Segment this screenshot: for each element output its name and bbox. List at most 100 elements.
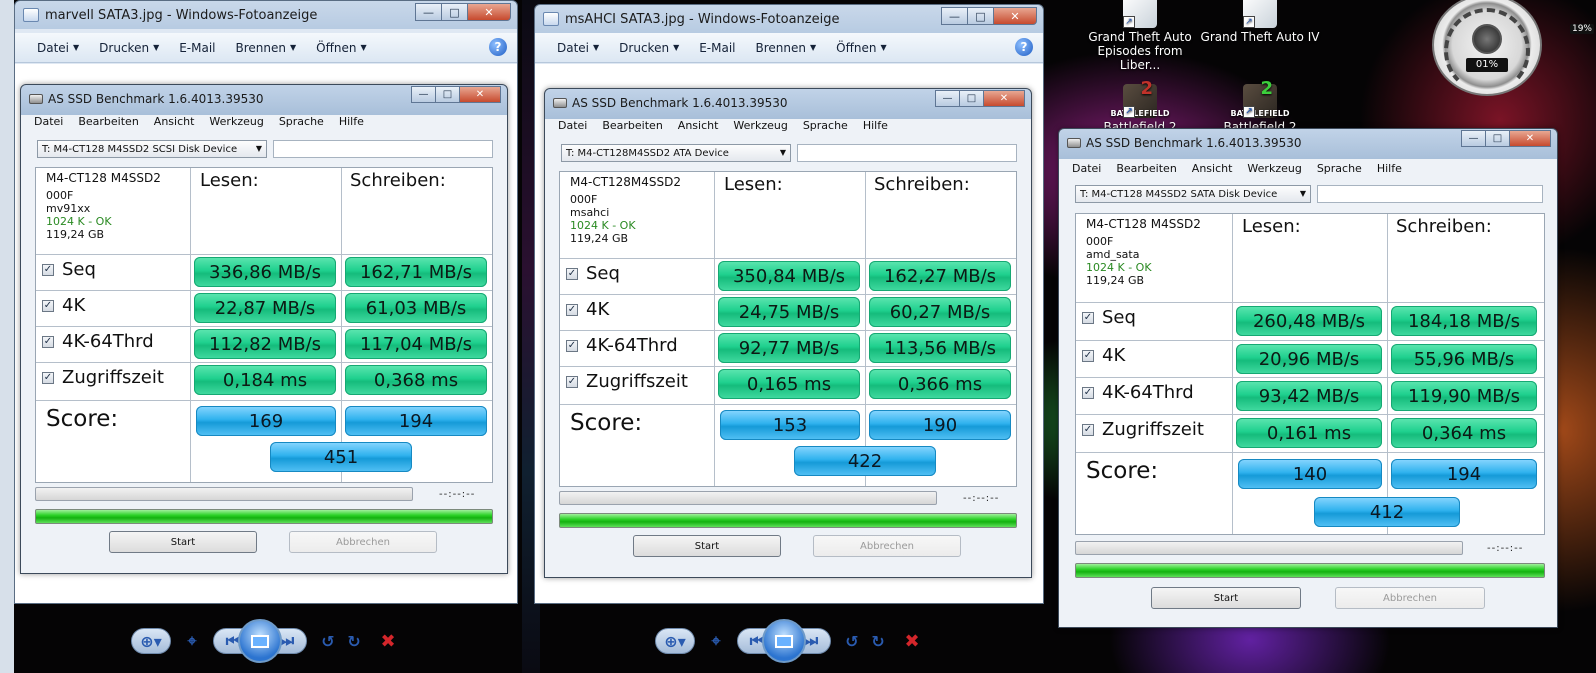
device-select[interactable]: T: M4-CT128 M4SSD2 SCSI Disk Device ▼: [37, 140, 267, 158]
rotate-right-icon[interactable]: ↻: [865, 630, 891, 652]
maximize-button[interactable]: □: [435, 86, 460, 103]
zugriffszeit-checkbox[interactable]: ✓: [566, 375, 578, 388]
menu-brennen[interactable]: Brennen ▼: [226, 41, 307, 55]
desktop-icon-gta-iv[interactable]: ↗ Grand Theft Auto IV: [1200, 0, 1320, 44]
delete-icon[interactable]: ✖: [375, 630, 401, 652]
4k-checkbox[interactable]: ✓: [42, 299, 54, 312]
4k-64thrd-checkbox[interactable]: ✓: [42, 335, 54, 348]
menu-hilfe[interactable]: Hilfe: [856, 119, 896, 132]
4k-read-value: 20,96 MB/s: [1236, 344, 1382, 374]
chevron-down-icon: ▼: [360, 43, 367, 52]
score-total: 422: [794, 446, 936, 476]
elapsed-time: --:--:--: [963, 493, 1000, 504]
abort-button[interactable]: Abbrechen: [1335, 587, 1485, 609]
seq-checkbox[interactable]: ✓: [566, 267, 578, 280]
target-input[interactable]: [1317, 185, 1543, 203]
menu-sprache[interactable]: Sprache: [796, 119, 856, 132]
drive-model: M4-CT128 M4SSD2: [1086, 217, 1201, 231]
menu-ansicht[interactable]: Ansicht: [671, 119, 727, 132]
start-button[interactable]: Start: [1151, 587, 1301, 609]
access-read-value: 0,161 ms: [1236, 418, 1382, 448]
actual-size-icon[interactable]: ⌖: [703, 630, 729, 652]
abort-button[interactable]: Abbrechen: [289, 531, 437, 553]
menu-oeffnen[interactable]: Öffnen ▼: [306, 41, 376, 55]
actual-size-icon[interactable]: ⌖: [179, 630, 205, 652]
menu-sprache[interactable]: Sprache: [272, 115, 332, 128]
menu-drucken[interactable]: Drucken ▼: [609, 41, 689, 55]
zugriffszeit-checkbox[interactable]: ✓: [1082, 423, 1094, 436]
menu-oeffnen[interactable]: Öffnen ▼: [826, 41, 896, 55]
maximize-button[interactable]: □: [441, 3, 468, 21]
menu-hilfe[interactable]: Hilfe: [1370, 162, 1410, 175]
help-icon[interactable]: ?: [1015, 38, 1033, 56]
cpu-meter-gadget[interactable]: 01%: [1432, 0, 1542, 96]
window-title-text: AS SSD Benchmark 1.6.4013.39530: [572, 96, 788, 110]
menu-bearbeiten[interactable]: Bearbeiten: [595, 119, 670, 132]
slideshow-button[interactable]: [762, 619, 806, 663]
rotate-right-icon[interactable]: ↻: [341, 630, 367, 652]
close-button[interactable]: ✕: [459, 86, 501, 103]
close-button[interactable]: ✕: [993, 7, 1037, 25]
minimize-button[interactable]: —: [1461, 130, 1486, 147]
close-button[interactable]: ✕: [1509, 130, 1551, 147]
zoom-icon[interactable]: ⊕▾: [662, 630, 688, 652]
nav-pill: ⏮ ⏭: [737, 619, 831, 663]
minimize-button[interactable]: —: [415, 3, 442, 21]
menu-email[interactable]: E-Mail: [169, 41, 225, 55]
help-icon[interactable]: ?: [489, 38, 507, 56]
menu-ansicht[interactable]: Ansicht: [1185, 162, 1241, 175]
abort-button[interactable]: Abbrechen: [813, 535, 961, 557]
disk-icon: [553, 98, 567, 108]
4k-64thrd-checkbox[interactable]: ✓: [1082, 386, 1094, 399]
maximize-button[interactable]: □: [967, 7, 994, 25]
memory-meter-gadget[interactable]: 19%: [1540, 4, 1596, 38]
menu-werkzeug[interactable]: Werkzeug: [202, 115, 271, 128]
chevron-down-icon: ▼: [1299, 189, 1306, 198]
as-ssd-window-3[interactable]: AS SSD Benchmark 1.6.4013.39530 — □ ✕ Date…: [1058, 128, 1558, 628]
slideshow-button[interactable]: [238, 619, 282, 663]
maximize-button[interactable]: □: [959, 90, 984, 107]
menu-bearbeiten[interactable]: Bearbeiten: [1109, 162, 1184, 175]
menu-werkzeug[interactable]: Werkzeug: [726, 119, 795, 132]
desktop-icon-gta-episodes[interactable]: ↗ Grand Theft Auto Episodes from Liber..…: [1080, 0, 1200, 72]
desktop-icon-battlefield-2[interactable]: 2 BATTLEFIELD ↗ Battlefield 2: [1080, 78, 1200, 134]
alignment-status: 1024 K - OK: [46, 215, 112, 228]
delete-icon[interactable]: ✖: [899, 630, 925, 652]
start-button[interactable]: Start: [633, 535, 781, 557]
as-ssd-window-2[interactable]: AS SSD Benchmark 1.6.4013.39530 — □ ✕ Date…: [544, 88, 1032, 578]
start-button[interactable]: Start: [109, 531, 257, 553]
maximize-button[interactable]: □: [1485, 130, 1510, 147]
zugriffszeit-checkbox[interactable]: ✓: [42, 371, 54, 384]
seq-checkbox[interactable]: ✓: [42, 263, 54, 276]
menu-ansicht[interactable]: Ansicht: [147, 115, 203, 128]
minimize-button[interactable]: —: [935, 90, 960, 107]
as-ssd-window-1[interactable]: AS SSD Benchmark 1.6.4013.39530 — □ ✕ Date…: [20, 84, 508, 574]
menu-datei[interactable]: Datei ▼: [27, 41, 89, 55]
zoom-icon[interactable]: ⊕▾: [138, 630, 164, 652]
target-input[interactable]: [797, 144, 1017, 162]
4k-64thrd-checkbox[interactable]: ✓: [566, 339, 578, 352]
menu-bearbeiten[interactable]: Bearbeiten: [71, 115, 146, 128]
menu-hilfe[interactable]: Hilfe: [332, 115, 372, 128]
seq-checkbox[interactable]: ✓: [1082, 311, 1094, 324]
minimize-button[interactable]: —: [941, 7, 968, 25]
menu-datei[interactable]: Datei: [1065, 162, 1109, 175]
menu-datei[interactable]: Datei: [27, 115, 71, 128]
rotate-left-icon[interactable]: ↺: [839, 630, 865, 652]
menu-email[interactable]: E-Mail: [689, 41, 745, 55]
device-select[interactable]: T: M4-CT128M4SSD2 ATA Device ▼: [561, 144, 791, 162]
minimize-button[interactable]: —: [411, 86, 436, 103]
4k-checkbox[interactable]: ✓: [1082, 349, 1094, 362]
menu-brennen[interactable]: Brennen ▼: [746, 41, 827, 55]
target-input[interactable]: [273, 140, 493, 158]
menu-drucken[interactable]: Drucken ▼: [89, 41, 169, 55]
rotate-left-icon[interactable]: ↺: [315, 630, 341, 652]
4k-checkbox[interactable]: ✓: [566, 303, 578, 316]
menu-datei[interactable]: Datei: [551, 119, 595, 132]
menu-werkzeug[interactable]: Werkzeug: [1240, 162, 1309, 175]
device-select[interactable]: T: M4-CT128 M4SSD2 SATA Disk Device ▼: [1075, 185, 1311, 203]
close-button[interactable]: ✕: [467, 3, 511, 21]
close-button[interactable]: ✕: [983, 90, 1025, 107]
menu-sprache[interactable]: Sprache: [1310, 162, 1370, 175]
menu-datei[interactable]: Datei ▼: [547, 41, 609, 55]
